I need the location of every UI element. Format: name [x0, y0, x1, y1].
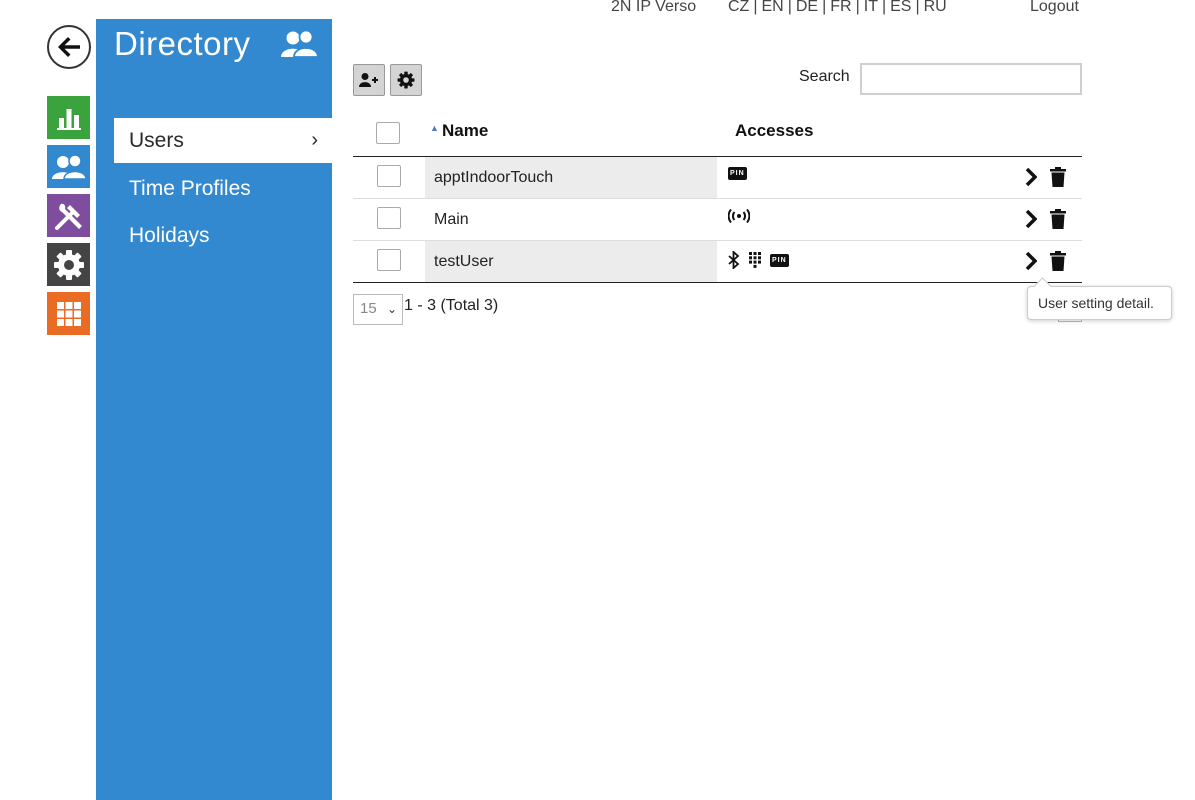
lang-en[interactable]: EN [761, 0, 783, 15]
users-table: ▲ Name Accesses apptIndoorTouch PIN Main [353, 110, 1082, 283]
rail-hardware[interactable] [47, 194, 90, 237]
access-icons [728, 209, 750, 223]
trash-icon[interactable] [1050, 167, 1066, 187]
lang-cz[interactable]: CZ [728, 0, 749, 15]
tools-icon [54, 203, 82, 230]
sidebar-item-time-profiles[interactable]: Time Profiles [114, 166, 332, 211]
arrow-left-icon [58, 37, 80, 57]
grid-icon [56, 301, 81, 326]
rail-status[interactable] [47, 96, 90, 139]
chevron-right-icon: › [311, 129, 318, 151]
tooltip: User setting detail. [1027, 286, 1172, 320]
rail-services[interactable] [47, 243, 90, 286]
search-input[interactable] [860, 63, 1082, 95]
gear-icon [53, 249, 84, 280]
add-user-button[interactable] [353, 64, 385, 96]
sidebar-item-users[interactable]: Users › [114, 118, 332, 163]
user-name[interactable]: Main [425, 199, 717, 240]
table-row: apptIndoorTouch PIN [353, 157, 1082, 199]
table-row: testUser PIN [353, 241, 1082, 283]
trash-icon[interactable] [1050, 251, 1066, 271]
sidebar-item-label: Users [129, 129, 184, 152]
chevron-right-icon[interactable] [1025, 252, 1037, 270]
lang-de[interactable]: DE [796, 0, 818, 15]
table-row: Main [353, 199, 1082, 241]
lang-ru[interactable]: RU [924, 0, 947, 15]
select-all-checkbox[interactable] [376, 122, 400, 144]
trash-icon[interactable] [1050, 209, 1066, 229]
table-header: ▲ Name Accesses [353, 110, 1082, 157]
rail-directory[interactable] [47, 145, 90, 188]
bar-chart-icon [56, 108, 81, 130]
chevron-down-icon: ⌄ [386, 302, 397, 316]
user-name[interactable]: apptIndoorTouch [425, 157, 717, 198]
page-size-select[interactable]: 15 ⌄ [353, 294, 403, 325]
row-checkbox[interactable] [377, 249, 401, 271]
row-checkbox[interactable] [377, 165, 401, 187]
language-switcher: CZ | EN | DE | FR | IT | ES | RU [728, 0, 947, 15]
user-name[interactable]: testUser [425, 241, 717, 282]
pin-icon: PIN [770, 253, 789, 267]
sidebar-item-label: Time Profiles [129, 177, 251, 200]
gear-icon [397, 71, 415, 89]
bluetooth-icon [728, 251, 740, 269]
back-button[interactable] [47, 25, 91, 69]
row-checkbox[interactable] [377, 207, 401, 229]
search-label: Search [799, 68, 850, 85]
settings-button[interactable] [390, 64, 422, 96]
chevron-right-icon[interactable] [1025, 210, 1037, 228]
column-accesses: Accesses [735, 121, 814, 140]
users-icon [281, 29, 319, 64]
page-title: Directory [114, 25, 251, 62]
sidebar: Directory Users › Time Profiles Holidays [96, 19, 332, 800]
chevron-right-icon[interactable] [1025, 168, 1037, 186]
rail-system[interactable] [47, 292, 90, 335]
logout-link[interactable]: Logout [1030, 0, 1079, 16]
pin-icon: PIN [728, 167, 747, 180]
pager-info: 1 - 3 (Total 3) [404, 297, 499, 314]
rfid-icon [728, 209, 750, 223]
lang-fr[interactable]: FR [830, 0, 851, 15]
sidebar-item-label: Holidays [129, 224, 210, 247]
lang-es[interactable]: ES [890, 0, 911, 15]
add-user-icon [359, 73, 378, 87]
users-icon [51, 153, 87, 180]
sort-asc-icon[interactable]: ▲ [430, 123, 439, 133]
access-icons: PIN [728, 167, 747, 180]
page-size-value: 15 [360, 300, 377, 317]
sidebar-item-holidays[interactable]: Holidays [114, 213, 332, 258]
lang-it[interactable]: IT [864, 0, 878, 15]
access-icons: PIN [728, 251, 789, 269]
column-name[interactable]: Name [442, 121, 488, 141]
device-name: 2N IP Verso [611, 0, 697, 15]
keypad-icon [749, 252, 761, 268]
